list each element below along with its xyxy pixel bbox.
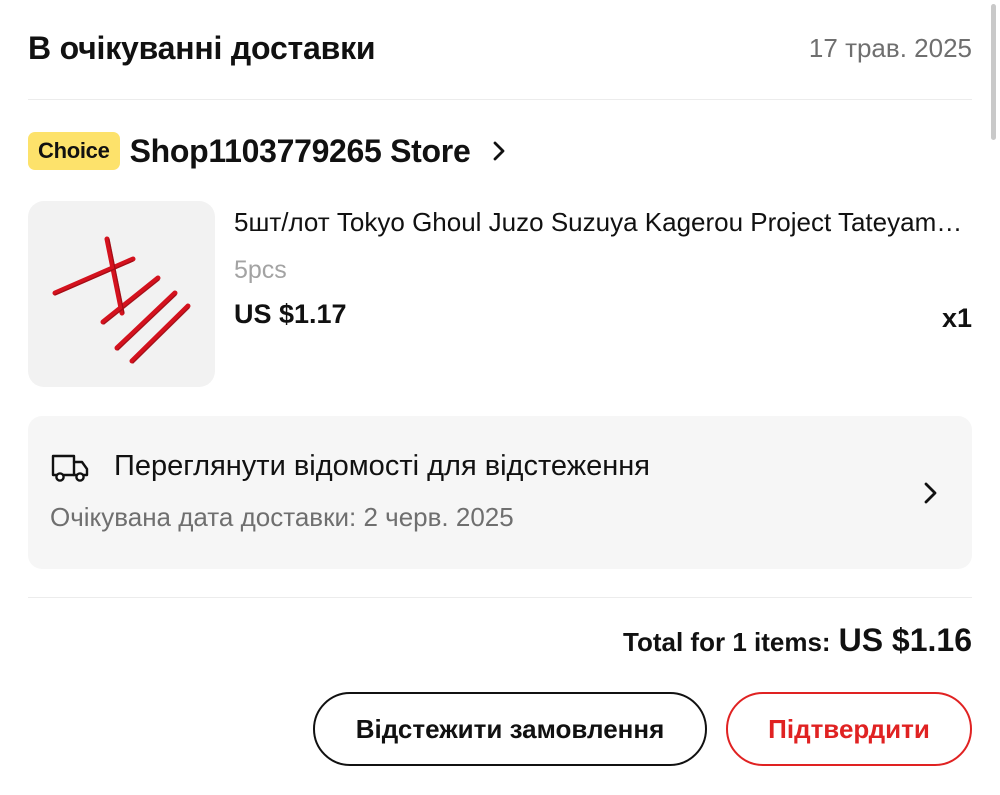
product-price: US $1.17 xyxy=(234,299,347,329)
tracking-title[interactable]: Переглянути відомості для відстеження xyxy=(114,450,650,483)
order-header: В очікуванні доставки 17 трав. 2025 xyxy=(28,26,972,70)
total-value: US $1.16 xyxy=(838,622,972,658)
divider xyxy=(28,597,972,598)
product-title[interactable]: 5шт/лот Tokyo Ghoul Juzo Suzuya Kagerou … xyxy=(234,207,972,238)
track-order-button[interactable]: Відстежити замовлення xyxy=(313,692,707,766)
confirm-button[interactable]: Підтвердити xyxy=(726,692,972,766)
total-label: Total for 1 items: xyxy=(623,627,831,657)
scrollbar[interactable] xyxy=(991,4,996,140)
chevron-right-icon[interactable] xyxy=(486,138,512,164)
expected-delivery-date: Очікувана дата доставки: 2 черв. 2025 xyxy=(50,502,514,532)
choice-badge: Choice xyxy=(28,132,120,170)
store-name[interactable]: Shop1103779265 Store xyxy=(130,133,471,170)
order-date: 17 трав. 2025 xyxy=(808,32,972,63)
order-status-title: В очікуванні доставки xyxy=(28,29,376,66)
tracking-card[interactable]: Переглянути відомості для відстеження Оч… xyxy=(28,416,972,569)
truck-icon xyxy=(50,451,90,485)
product-item[interactable]: 5шт/лот Tokyo Ghoul Juzo Suzuya Kagerou … xyxy=(28,201,972,387)
product-quantity: x1 xyxy=(941,303,972,333)
chevron-right-icon[interactable] xyxy=(918,478,942,508)
red-hairpins-image xyxy=(52,236,191,364)
product-thumbnail[interactable] xyxy=(28,201,215,387)
order-total: Total for 1 items: US $1.16 xyxy=(623,622,972,659)
product-variant: 5pcs xyxy=(234,256,287,284)
divider xyxy=(28,99,972,100)
store-link[interactable]: Choice Shop1103779265 Store xyxy=(28,131,512,171)
